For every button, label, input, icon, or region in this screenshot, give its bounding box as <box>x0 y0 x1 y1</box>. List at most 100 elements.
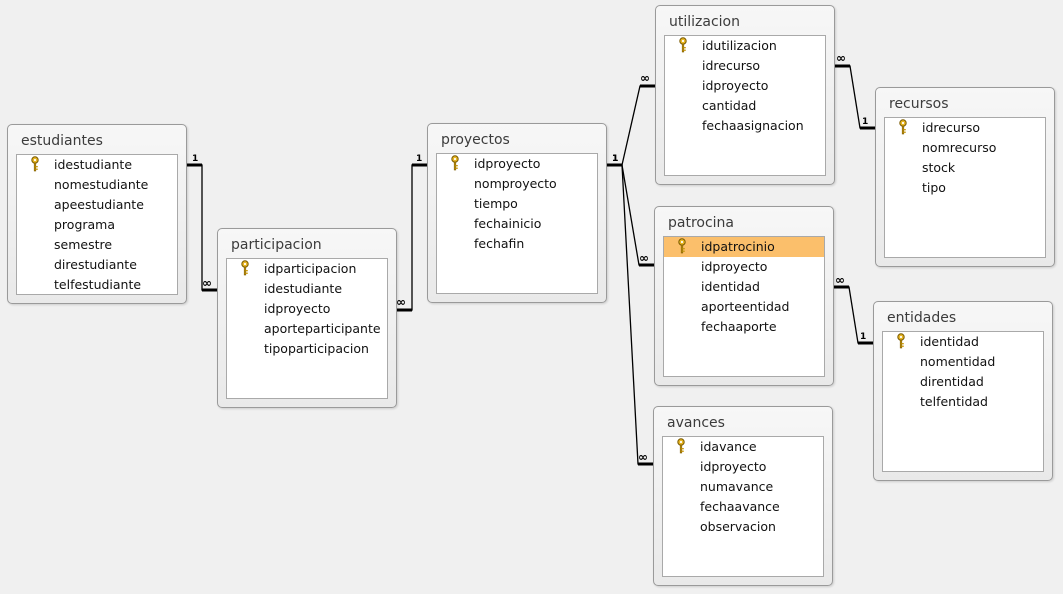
field-name: idproyecto <box>702 78 769 93</box>
table-title[interactable]: estudiantes <box>21 133 103 149</box>
field-row[interactable]: idrecurso <box>665 56 825 76</box>
field-row[interactable]: semestre <box>17 235 177 255</box>
field-row[interactable]: idproyecto <box>664 257 824 277</box>
field-row[interactable]: telfestudiante <box>17 275 177 294</box>
field-row[interactable]: idavance <box>663 437 823 457</box>
field-row[interactable]: fechafin <box>437 234 597 254</box>
table-title[interactable]: patrocina <box>668 215 734 231</box>
field-row[interactable]: idproyecto <box>227 299 387 319</box>
field-name: fechainicio <box>474 216 542 231</box>
field-row[interactable]: idutilizacion <box>665 36 825 56</box>
field-name: idparticipacion <box>264 261 357 276</box>
field-row[interactable]: fechaaporte <box>664 317 824 337</box>
field-row[interactable]: aporteentidad <box>664 297 824 317</box>
key-icon <box>241 260 249 276</box>
field-name: aporteparticipante <box>264 321 381 336</box>
field-name: cantidad <box>702 98 757 113</box>
key-icon <box>679 37 687 53</box>
field-name: telfestudiante <box>54 277 142 292</box>
field-name: fechaavance <box>700 499 780 514</box>
field-row[interactable]: tiempo <box>437 194 597 214</box>
field-row[interactable]: idrecurso <box>885 118 1045 138</box>
field-name: tiempo <box>474 196 518 211</box>
table-title[interactable]: utilizacion <box>669 14 740 30</box>
field-row[interactable]: nomrecurso <box>885 138 1045 158</box>
field-row[interactable]: numavance <box>663 477 823 497</box>
table-recursos[interactable]: recursos idrecurso nomrecurso stock tipo <box>875 87 1055 267</box>
field-name: apeestudiante <box>54 197 144 212</box>
field-row[interactable]: stock <box>885 158 1045 178</box>
field-name: fechaaporte <box>701 319 777 334</box>
field-name: identidad <box>920 334 979 349</box>
table-title[interactable]: participacion <box>231 237 322 253</box>
key-icon <box>897 333 905 349</box>
field-name: idestudiante <box>264 281 343 296</box>
field-name: idestudiante <box>54 157 133 172</box>
field-name: nomestudiante <box>54 177 149 192</box>
table-title[interactable]: proyectos <box>441 132 510 148</box>
field-row[interactable]: idestudiante <box>227 279 387 299</box>
field-list[interactable]: idparticipacion idestudiante idproyecto apo… <box>226 258 388 399</box>
field-row[interactable]: aporteparticipante <box>227 319 387 339</box>
field-row[interactable]: fechaavance <box>663 497 823 517</box>
field-list[interactable]: idpatrocinio idproyecto identidad aporteent… <box>663 236 825 377</box>
field-name: idrecurso <box>922 120 981 135</box>
field-row[interactable]: idproyecto <box>437 154 597 174</box>
field-name: idproyecto <box>701 259 768 274</box>
field-list[interactable]: idavance idproyecto numavance fechaavance ob… <box>662 436 824 577</box>
field-name: nomproyecto <box>474 176 557 191</box>
field-name: tipo <box>922 180 946 195</box>
table-title[interactable]: avances <box>667 415 725 431</box>
field-list[interactable]: idutilizacion idrecurso idproyecto cantidad… <box>664 35 826 176</box>
field-name: telfentidad <box>920 394 988 409</box>
field-name: idrecurso <box>702 58 761 73</box>
field-row[interactable]: tipoparticipacion <box>227 339 387 359</box>
field-row[interactable]: telfentidad <box>883 392 1043 412</box>
field-row[interactable]: nomestudiante <box>17 175 177 195</box>
field-row[interactable]: direntidad <box>883 372 1043 392</box>
field-list[interactable]: idproyecto nomproyecto tiempo fechainicio fe… <box>436 153 598 294</box>
field-row[interactable]: fechaasignacion <box>665 116 825 136</box>
field-name: programa <box>54 217 116 232</box>
field-row[interactable]: direstudiante <box>17 255 177 275</box>
table-entidades[interactable]: entidades identidad nomentidad direntidad te… <box>873 301 1053 481</box>
field-row[interactable]: idproyecto <box>665 76 825 96</box>
field-name: aporteentidad <box>701 299 790 314</box>
table-title[interactable]: recursos <box>889 96 949 112</box>
field-row[interactable]: programa <box>17 215 177 235</box>
table-patrocina[interactable]: patrocina idpatrocinio idproyecto identidad… <box>654 206 834 386</box>
field-name: idproyecto <box>474 156 541 171</box>
field-row[interactable]: identidad <box>664 277 824 297</box>
field-name: direntidad <box>920 374 984 389</box>
field-row[interactable]: nomproyecto <box>437 174 597 194</box>
field-row[interactable]: idestudiante <box>17 155 177 175</box>
table-participacion[interactable]: participacion idparticipacion idestudiante… <box>217 228 397 408</box>
field-name: identidad <box>701 279 760 294</box>
field-name: tipoparticipacion <box>264 341 369 356</box>
table-estudiantes[interactable]: estudiantes idestudiante nomestudiante apee… <box>7 124 187 304</box>
field-name: nomrecurso <box>922 140 997 155</box>
field-name: direstudiante <box>54 257 137 272</box>
field-row[interactable]: identidad <box>883 332 1043 352</box>
field-row[interactable]: idparticipacion <box>227 259 387 279</box>
field-name: idproyecto <box>264 301 331 316</box>
field-name: observacion <box>700 519 776 534</box>
field-row[interactable]: observacion <box>663 517 823 537</box>
field-list[interactable]: idestudiante nomestudiante apeestudiante pr… <box>16 154 178 295</box>
key-icon <box>899 119 907 135</box>
field-list[interactable]: idrecurso nomrecurso stock tipo <box>884 117 1046 258</box>
field-row[interactable]: apeestudiante <box>17 195 177 215</box>
table-avances[interactable]: avances idavance idproyecto numavance fechaa… <box>653 406 833 586</box>
field-row[interactable]: tipo <box>885 178 1045 198</box>
field-name: idavance <box>700 439 757 454</box>
field-row[interactable]: idproyecto <box>663 457 823 477</box>
field-row[interactable]: nomentidad <box>883 352 1043 372</box>
table-utilizacion[interactable]: utilizacion idutilizacion idrecurso idproye… <box>655 5 835 185</box>
table-proyectos[interactable]: proyectos idproyecto nomproyecto tiempo fech… <box>427 123 607 303</box>
field-row[interactable]: idpatrocinio <box>664 237 824 257</box>
field-row[interactable]: fechainicio <box>437 214 597 234</box>
table-title[interactable]: entidades <box>887 310 956 326</box>
field-name: nomentidad <box>920 354 996 369</box>
field-list[interactable]: identidad nomentidad direntidad telfentidad <box>882 331 1044 472</box>
field-row[interactable]: cantidad <box>665 96 825 116</box>
